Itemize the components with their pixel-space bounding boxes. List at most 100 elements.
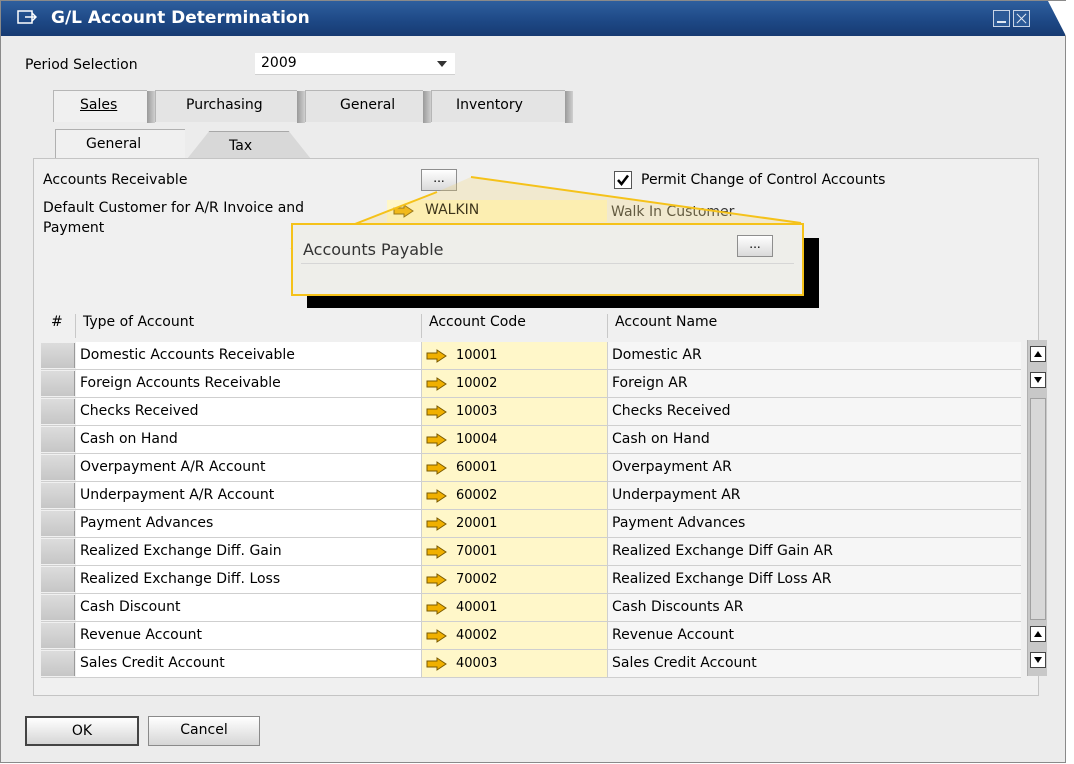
row-selector[interactable] (41, 595, 75, 620)
close-button[interactable] (1013, 10, 1030, 27)
tab-purchasing[interactable]: Purchasing (155, 90, 305, 123)
table-row[interactable]: Revenue Account 40002 Revenue Account (41, 622, 1021, 650)
col-header-code[interactable]: Account Code (429, 314, 526, 330)
default-customer-label-line1: Default Customer for A/R Invoice and (43, 200, 305, 216)
link-arrow-icon[interactable] (426, 545, 448, 559)
account-code-cell[interactable]: 60002 (422, 482, 608, 509)
scroll-down-icon[interactable] (1030, 372, 1046, 388)
account-name-cell: Overpayment AR (608, 454, 1021, 481)
col-header-name[interactable]: Account Name (615, 314, 717, 330)
account-code-text: 70002 (456, 572, 498, 587)
table-row[interactable]: Cash Discount 40001 Cash Discounts AR (41, 594, 1021, 622)
row-selector[interactable] (41, 511, 75, 536)
tab-edge (297, 91, 305, 123)
row-selector[interactable] (41, 483, 75, 508)
row-selector[interactable] (41, 371, 75, 396)
account-code-cell[interactable]: 20001 (422, 510, 608, 537)
col-header-type[interactable]: Type of Account (83, 314, 194, 330)
subtab-general-label: General (86, 136, 142, 152)
link-arrow-icon[interactable] (426, 657, 448, 671)
tab-sales[interactable]: Sales (53, 90, 155, 123)
link-arrow-icon[interactable] (426, 601, 448, 615)
scroll-up-icon[interactable] (1030, 346, 1046, 362)
subtab-tax[interactable]: Tax (187, 131, 311, 159)
link-arrow-icon[interactable] (426, 489, 448, 503)
tab-general[interactable]: General (305, 90, 431, 123)
table-row[interactable]: Realized Exchange Diff. Loss 70002 Realize… (41, 566, 1021, 594)
row-selector[interactable] (41, 455, 75, 480)
account-code-cell[interactable]: 10003 (422, 398, 608, 425)
type-of-account-text: Payment Advances (80, 515, 214, 531)
tab-inventory[interactable]: Inventory (431, 90, 573, 123)
account-name-text: Payment Advances (612, 515, 746, 531)
table-row[interactable]: Underpayment A/R Account 60002 Underpaymen… (41, 482, 1021, 510)
account-code-text: 60001 (456, 460, 498, 475)
permit-change-checkbox[interactable] (614, 171, 632, 189)
type-of-account-cell: Sales Credit Account (76, 650, 422, 677)
link-arrow-icon[interactable] (426, 405, 448, 419)
table-row[interactable]: Sales Credit Account 40003 Sales Credit Ac… (41, 650, 1021, 678)
tab-edge (423, 91, 431, 123)
table-row[interactable]: Payment Advances 20001 Payment Advances (41, 510, 1021, 538)
type-of-account-cell: Revenue Account (76, 622, 422, 649)
account-name-text: Sales Credit Account (612, 655, 757, 671)
row-selector[interactable] (41, 343, 75, 368)
row-selector[interactable] (41, 623, 75, 648)
table-scrollbar[interactable] (1027, 340, 1047, 676)
link-arrow-icon[interactable] (426, 629, 448, 643)
gl-account-determination-window: G/L Account Determination Period Selecti… (0, 0, 1066, 763)
table-row[interactable]: Checks Received 10003 Checks Received (41, 398, 1021, 426)
type-of-account-text: Underpayment A/R Account (80, 487, 275, 503)
scroll-up-icon[interactable] (1030, 626, 1046, 642)
ok-button[interactable]: OK (25, 716, 139, 746)
link-arrow-icon[interactable] (426, 433, 448, 447)
account-name-cell: Cash Discounts AR (608, 594, 1021, 621)
window-title: G/L Account Determination (51, 8, 310, 28)
accounts-receivable-browse-button[interactable]: ... (421, 169, 457, 191)
account-code-cell[interactable]: 60001 (422, 454, 608, 481)
account-code-cell[interactable]: 70001 (422, 538, 608, 565)
row-selector[interactable] (41, 651, 75, 676)
link-arrow-icon[interactable] (426, 573, 448, 587)
table-row[interactable]: Realized Exchange Diff. Gain 70001 Realize… (41, 538, 1021, 566)
account-code-cell[interactable]: 40001 (422, 594, 608, 621)
table-row[interactable]: Cash on Hand 10004 Cash on Hand (41, 426, 1021, 454)
account-code-cell[interactable]: 10001 (422, 342, 608, 369)
table-row[interactable]: Overpayment A/R Account 60001 Overpayment … (41, 454, 1021, 482)
account-code-cell[interactable]: 70002 (422, 566, 608, 593)
cancel-button[interactable]: Cancel (148, 716, 260, 746)
window-icon (17, 10, 37, 24)
link-arrow-icon[interactable] (426, 377, 448, 391)
link-arrow-icon[interactable] (426, 349, 448, 363)
link-arrow-icon[interactable] (426, 517, 448, 531)
title-bar: G/L Account Determination (1, 1, 1066, 36)
type-of-account-text: Cash on Hand (80, 431, 178, 447)
scroll-down-icon[interactable] (1030, 652, 1046, 668)
col-header-number: # (51, 314, 63, 330)
account-code-cell[interactable]: 40002 (422, 622, 608, 649)
account-code-cell[interactable]: 40003 (422, 650, 608, 677)
account-code-cell[interactable]: 10002 (422, 370, 608, 397)
subtab-general[interactable]: General (55, 129, 185, 159)
minimize-button[interactable] (993, 10, 1010, 27)
table-row[interactable]: Foreign Accounts Receivable 10002 Foreign … (41, 370, 1021, 398)
accounts-payable-browse-button[interactable]: ... (737, 235, 773, 257)
row-selector[interactable] (41, 567, 75, 592)
period-selection-dropdown[interactable]: 2009 (255, 53, 455, 75)
default-customer-name: Walk In Customer (611, 204, 735, 220)
type-of-account-cell: Payment Advances (76, 510, 422, 537)
scrollbar-thumb[interactable] (1030, 398, 1046, 620)
row-selector[interactable] (41, 539, 75, 564)
table-row[interactable]: Domestic Accounts Receivable 10001 Domesti… (41, 342, 1021, 370)
account-code-cell[interactable]: 10004 (422, 426, 608, 453)
tab-edge (147, 91, 155, 123)
type-of-account-text: Domestic Accounts Receivable (80, 347, 295, 363)
accounts-receivable-label: Accounts Receivable (43, 172, 188, 188)
link-arrow-icon (393, 204, 414, 218)
account-code-text: 40002 (456, 628, 498, 643)
tab-general-label: General (340, 97, 396, 113)
row-selector[interactable] (41, 427, 75, 452)
row-selector[interactable] (41, 399, 75, 424)
default-customer-field[interactable]: WALKIN (387, 200, 607, 222)
link-arrow-icon[interactable] (426, 461, 448, 475)
